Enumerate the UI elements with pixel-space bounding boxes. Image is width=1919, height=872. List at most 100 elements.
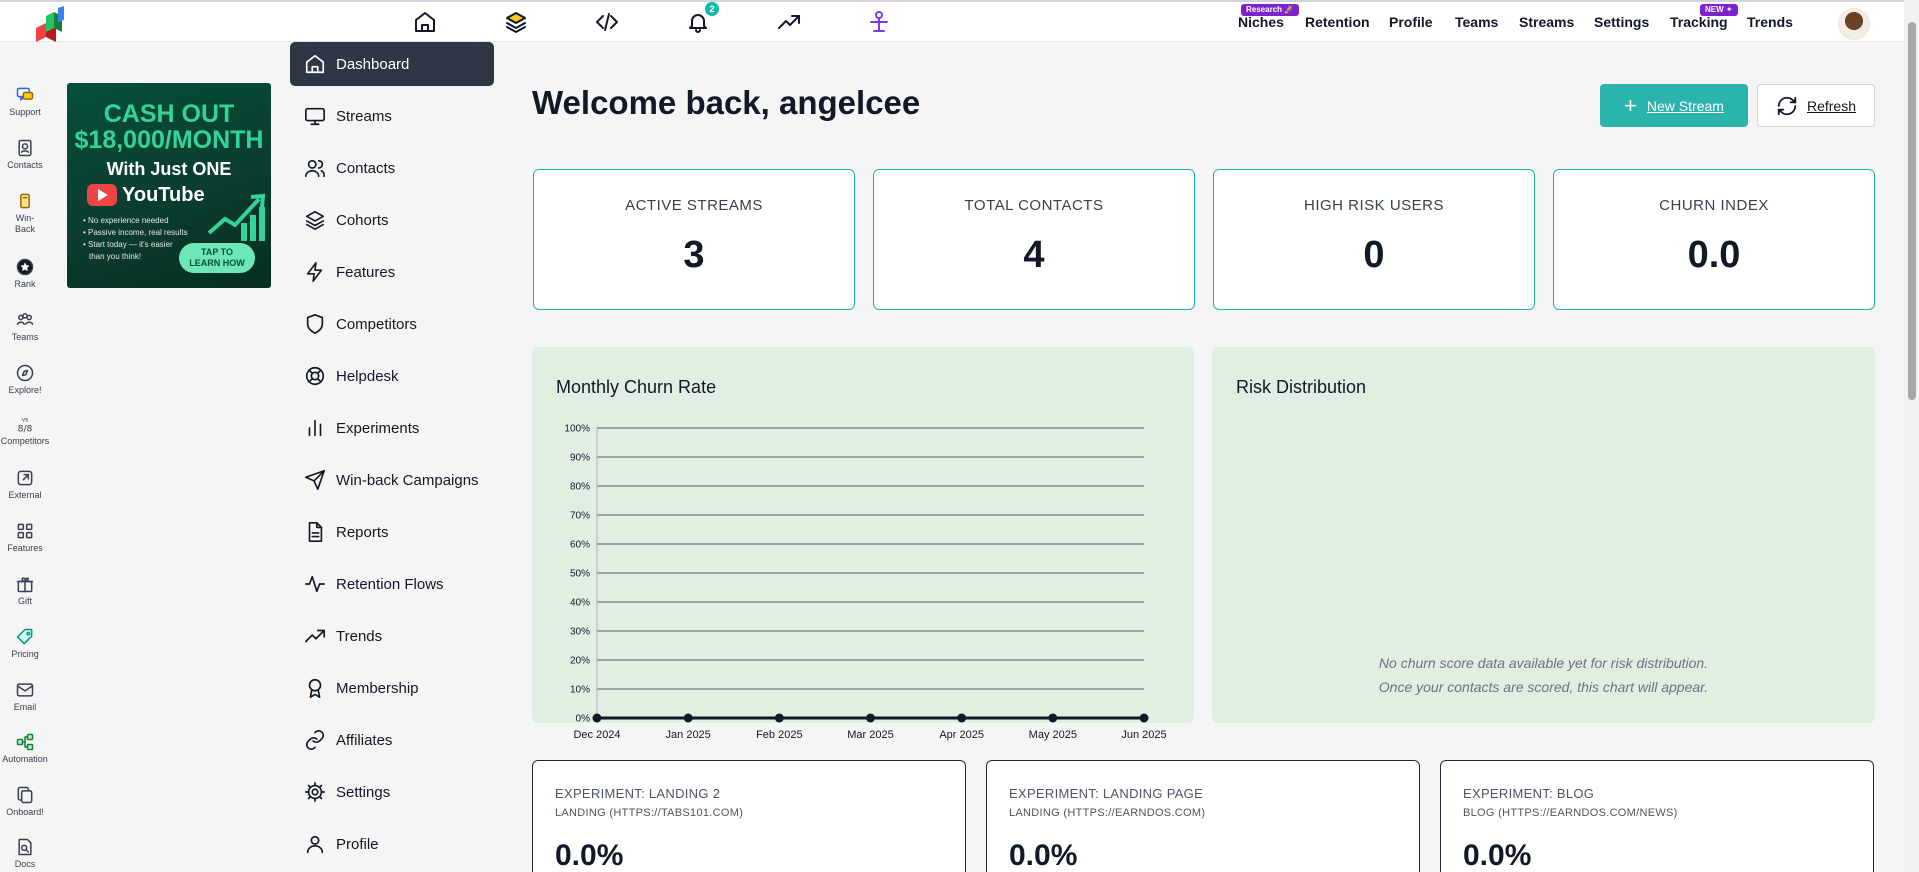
- win-back-icon: [20, 193, 30, 209]
- rail-item-features[interactable]: Features: [0, 521, 50, 554]
- y-tick-label: 10%: [570, 685, 590, 696]
- sidebar-item-profile[interactable]: Profile: [290, 822, 494, 866]
- x-tick-label: Dec 2024: [573, 729, 620, 741]
- y-tick-label: 40%: [570, 598, 590, 609]
- rail-item-email[interactable]: Email: [0, 680, 50, 713]
- sidebar-item-cohorts[interactable]: Cohorts: [290, 198, 494, 242]
- nav-tracking[interactable]: Tracking: [1670, 14, 1728, 30]
- sidebar-item-settings[interactable]: Settings: [290, 770, 494, 814]
- rail-item-explore[interactable]: Explore!: [0, 363, 50, 396]
- data-point: [592, 713, 602, 723]
- risk-distribution-panel: Risk Distribution No churn score data av…: [1212, 347, 1875, 723]
- y-tick-label: 60%: [570, 540, 590, 551]
- trending-up-icon: [305, 629, 325, 643]
- user-icon: [306, 835, 324, 854]
- sidebar-item-streams[interactable]: Streams: [290, 94, 494, 138]
- rail-item-pricing[interactable]: Pricing: [0, 627, 50, 660]
- users-icon: [305, 159, 325, 178]
- sidebar-item-dashboard[interactable]: Dashboard: [290, 42, 494, 86]
- nav-niches[interactable]: Niches: [1238, 14, 1284, 30]
- layers-icon: [305, 210, 325, 230]
- sidebar-item-win-back-campaigns[interactable]: Win-back Campaigns: [290, 458, 494, 502]
- onboard-icon: [17, 786, 33, 804]
- research-badge: Research 🚀: [1241, 4, 1300, 16]
- promo-ad-banner[interactable]: CASH OUT $18,000/MONTH With Just ONE You…: [67, 83, 271, 288]
- growth-chart-icon: [207, 193, 266, 241]
- top-bar: 2 Niches Research 🚀 Retention Profile Te…: [0, 0, 1904, 42]
- experiment-card[interactable]: EXPERIMENT: BLOG BLOG (HTTPS://EARNDOS.C…: [1440, 760, 1874, 872]
- page-scrollbar[interactable]: [1904, 0, 1919, 872]
- x-tick-label: Feb 2025: [756, 729, 802, 741]
- experiment-card[interactable]: EXPERIMENT: LANDING 2 LANDING (HTTPS://T…: [532, 760, 966, 872]
- stack-icon[interactable]: [503, 9, 529, 35]
- ab-test-icon[interactable]: [866, 9, 892, 35]
- rail-item-contacts[interactable]: Contacts: [0, 138, 50, 171]
- nav-settings[interactable]: Settings: [1594, 14, 1649, 30]
- experiment-card[interactable]: EXPERIMENT: LANDING PAGE LANDING (HTTPS:…: [986, 760, 1420, 872]
- stat-card-churn-index: CHURN INDEX 0.0: [1553, 169, 1875, 310]
- data-point: [1048, 713, 1058, 723]
- gift-icon: [16, 577, 34, 593]
- stat-card-total-contacts: TOTAL CONTACTS 4: [873, 169, 1195, 310]
- empty-state-message: No churn score data available yet for ri…: [1378, 655, 1709, 695]
- trending-up-icon[interactable]: [776, 9, 802, 35]
- sidebar-item-contacts[interactable]: Contacts: [290, 146, 494, 190]
- refresh-button[interactable]: Refresh: [1757, 84, 1875, 127]
- icon-rail: Support Contacts Win-Back Rank Teams Exp…: [0, 42, 50, 872]
- data-point: [683, 713, 693, 723]
- sidebar-item-helpdesk[interactable]: Helpdesk: [290, 354, 494, 398]
- ad-headline: CASH OUT: [103, 100, 235, 128]
- rail-item-teams[interactable]: Teams: [0, 310, 50, 343]
- refresh-icon: [1777, 96, 1797, 115]
- rail-item-support[interactable]: Support: [0, 85, 50, 118]
- svg-text:vs: vs: [22, 418, 29, 424]
- rail-item-docs[interactable]: Docs: [0, 837, 50, 870]
- new-badge: NEW ✦: [1700, 4, 1738, 16]
- nav-profile[interactable]: Profile: [1389, 14, 1433, 30]
- link-icon: [305, 730, 325, 750]
- rail-item-external[interactable]: External: [0, 468, 50, 501]
- pricing-icon: [16, 628, 33, 645]
- support-icon: [16, 87, 34, 101]
- sidebar-item-competitors[interactable]: Competitors: [290, 302, 494, 346]
- data-point: [957, 713, 967, 723]
- code-icon[interactable]: [594, 9, 620, 35]
- home-icon: [305, 54, 325, 74]
- notification-count-badge: 2: [705, 2, 719, 16]
- new-stream-button[interactable]: + New Stream: [1600, 84, 1748, 127]
- bell-icon[interactable]: 2: [685, 2, 719, 35]
- sidebar-item-reports[interactable]: Reports: [290, 510, 494, 554]
- scrollbar-thumb[interactable]: [1908, 22, 1916, 400]
- sidebar-item-features[interactable]: Features: [290, 250, 494, 294]
- nav-streams[interactable]: Streams: [1519, 14, 1574, 30]
- data-point: [774, 713, 784, 723]
- rail-item-rank[interactable]: Rank: [0, 257, 50, 290]
- bar-chart-icon: [308, 419, 322, 437]
- ad-brand: YouTube: [87, 183, 205, 207]
- churn-line-chart: 0% 10% 20% 30% 40% 50% 60% 70% 80% 90% 100% Dec 202…: [564, 424, 1166, 742]
- sidebar-item-experiments[interactable]: Experiments: [290, 406, 494, 450]
- rail-item-automation[interactable]: Automation: [0, 732, 50, 765]
- monthly-churn-panel: Monthly Churn Rate 0% 10% 20% 30% 40% 50% 60% 7…: [532, 347, 1194, 741]
- rail-item-gift[interactable]: Gift: [0, 574, 50, 607]
- sidebar-item-affiliates[interactable]: Affiliates: [290, 718, 494, 762]
- ad-cta-button[interactable]: TAP TO LEARN HOW: [179, 243, 255, 273]
- sidebar-item-membership[interactable]: Membership: [290, 666, 494, 710]
- y-tick-label: 0%: [576, 714, 591, 725]
- y-tick-label: 70%: [570, 511, 590, 522]
- explore-icon: [16, 364, 34, 382]
- sidebar-item-trends[interactable]: Trends: [290, 614, 494, 658]
- avatar[interactable]: [1838, 8, 1870, 40]
- nav-teams[interactable]: Teams: [1455, 14, 1498, 30]
- nav-retention[interactable]: Retention: [1305, 14, 1370, 30]
- x-tick-label: Mar 2025: [847, 729, 893, 741]
- activity-icon: [305, 575, 325, 593]
- docs-icon: [18, 838, 32, 856]
- app-logo[interactable]: [32, 6, 66, 42]
- rail-item-win-back[interactable]: Win-Back: [0, 191, 50, 235]
- rail-item-competitors[interactable]: vs 8/8 Competitors: [0, 414, 50, 447]
- sidebar-item-retention-flows[interactable]: Retention Flows: [290, 562, 494, 606]
- home-icon[interactable]: [412, 9, 438, 35]
- nav-trends[interactable]: Trends: [1747, 14, 1793, 30]
- rail-item-onboard[interactable]: Onboard!: [0, 785, 50, 818]
